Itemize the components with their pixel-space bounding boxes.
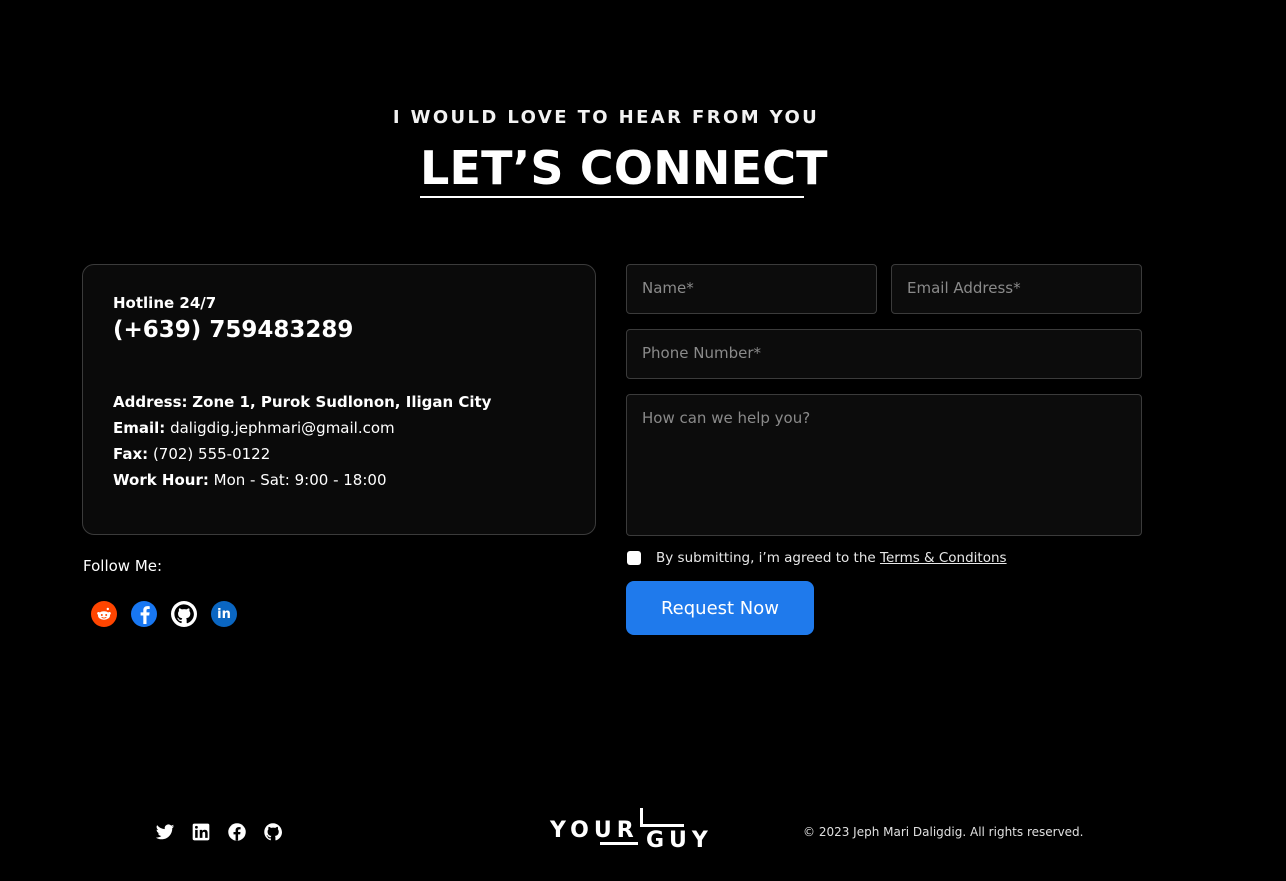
email-field[interactable]: Email Address*	[891, 264, 1142, 314]
linkedin-icon[interactable]: in	[211, 601, 237, 627]
terms-link[interactable]: Terms & Conditons	[880, 550, 1007, 566]
footer-social-links	[155, 822, 283, 842]
social-links: in	[91, 601, 237, 627]
request-now-label: Request Now	[660, 597, 780, 619]
agree-text: By submitting, i’m agreed to the	[656, 550, 876, 566]
copyright-text: © 2023 Jeph Mari Daligdig. All rights re…	[803, 825, 1084, 839]
work-hours-value: Mon - Sat: 9:00 - 18:00	[213, 471, 387, 489]
work-hours-label: Work Hour:	[113, 471, 209, 489]
phone-placeholder: Phone Number*	[642, 344, 761, 362]
twitter-icon[interactable]	[155, 822, 175, 842]
phone-field[interactable]: Phone Number*	[626, 329, 1142, 379]
email-label: Email:	[113, 419, 166, 437]
github-icon[interactable]	[263, 822, 283, 842]
contact-info-card: Hotline 24/7 (+639) 759483289 Address: Z…	[82, 264, 596, 535]
fax-label: Fax:	[113, 445, 149, 463]
follow-label: Follow Me:	[83, 557, 163, 575]
site-logo[interactable]: YOUR GUY	[548, 806, 714, 853]
info-lines: Address: Zone 1, Purok Sudlonon, Iligan …	[113, 389, 491, 493]
address-value: Zone 1, Purok Sudlonon, Iligan City	[192, 393, 492, 411]
eyebrow-heading: I WOULD LOVE TO HEAR FROM YOU	[392, 107, 820, 128]
name-placeholder: Name*	[642, 279, 694, 297]
email-placeholder: Email Address*	[907, 279, 1021, 297]
logo-text-bottom: GUY	[646, 828, 713, 852]
email-line: Email: daligdig.jephmari@gmail.com	[113, 415, 491, 441]
facebook-icon[interactable]	[227, 822, 247, 842]
reddit-icon[interactable]	[91, 601, 117, 627]
facebook-icon[interactable]	[131, 601, 157, 627]
address-label: Address:	[113, 393, 188, 411]
fax-line: Fax: (702) 555-0122	[113, 441, 491, 467]
page-title: LET’S CONNECT	[420, 140, 828, 198]
email-value: daligdig.jephmari@gmail.com	[170, 419, 395, 437]
name-field[interactable]: Name*	[626, 264, 877, 314]
hotline-number: (+639) 759483289	[113, 317, 354, 343]
message-field[interactable]: How can we help you?	[626, 394, 1142, 536]
hotline-label: Hotline 24/7	[113, 294, 217, 312]
linkedin-icon[interactable]	[191, 822, 211, 842]
terms-checkbox[interactable]	[627, 551, 641, 565]
fax-value: (702) 555-0122	[152, 445, 271, 463]
terms-agreement: By submitting, i’m agreed to the Terms &…	[656, 550, 1007, 566]
logo-text-top: YOUR	[549, 818, 639, 843]
request-now-button[interactable]: Request Now	[626, 581, 814, 635]
address-line: Address: Zone 1, Purok Sudlonon, Iligan …	[113, 389, 491, 415]
message-placeholder: How can we help you?	[642, 409, 811, 427]
github-icon[interactable]	[171, 601, 197, 627]
work-hours-line: Work Hour: Mon - Sat: 9:00 - 18:00	[113, 467, 491, 493]
